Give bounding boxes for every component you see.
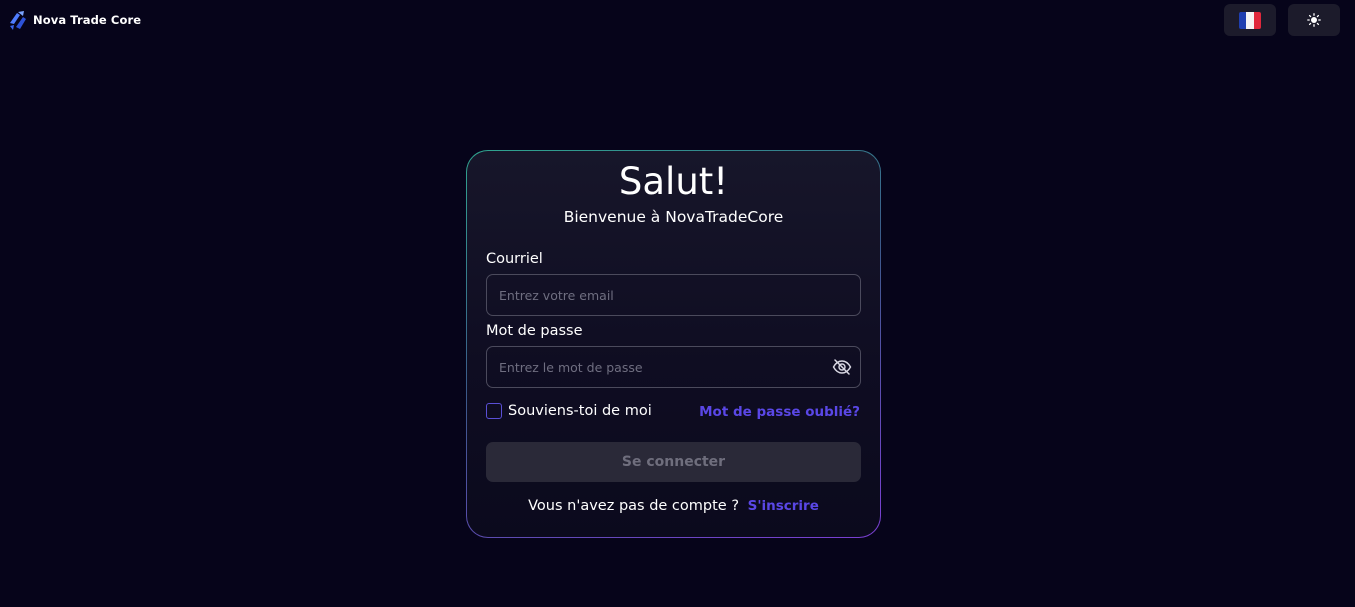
- nova-logo-icon: [10, 11, 26, 30]
- theme-toggle-button[interactable]: [1288, 4, 1340, 36]
- login-title: Salut!: [618, 160, 729, 203]
- signup-link[interactable]: S'inscrire: [748, 498, 819, 514]
- top-bar: Nova Trade Core: [0, 0, 1355, 40]
- login-card-body: Salut! Bienvenue à NovaTradeCore Courrie…: [467, 151, 880, 537]
- brand[interactable]: Nova Trade Core: [8, 9, 141, 31]
- login-subtitle: Bienvenue à NovaTradeCore: [563, 208, 784, 226]
- password-label: Mot de passe: [486, 323, 583, 339]
- email-input[interactable]: [486, 274, 861, 316]
- signup-prompt: Vous n'avez pas de compte ? S'inscrire: [467, 498, 880, 514]
- email-label: Courriel: [486, 251, 543, 267]
- no-account-text: Vous n'avez pas de compte ?: [528, 498, 740, 514]
- french-flag-icon: [1239, 11, 1261, 29]
- login-card: Salut! Bienvenue à NovaTradeCore Courrie…: [466, 150, 881, 538]
- password-visibility-toggle[interactable]: [831, 356, 853, 378]
- eye-off-icon: [832, 359, 852, 375]
- remember-me-label: Souviens-toi de moi: [508, 403, 652, 419]
- password-input[interactable]: [486, 346, 861, 388]
- forgot-password-link[interactable]: Mot de passe oublié?: [699, 404, 860, 420]
- sun-icon: [1307, 13, 1321, 27]
- remember-me[interactable]: Souviens-toi de moi: [486, 403, 652, 419]
- remember-me-checkbox[interactable]: [486, 403, 502, 419]
- login-button[interactable]: Se connecter: [486, 442, 861, 482]
- brand-name: Nova Trade Core: [33, 13, 142, 27]
- language-button[interactable]: [1224, 4, 1276, 36]
